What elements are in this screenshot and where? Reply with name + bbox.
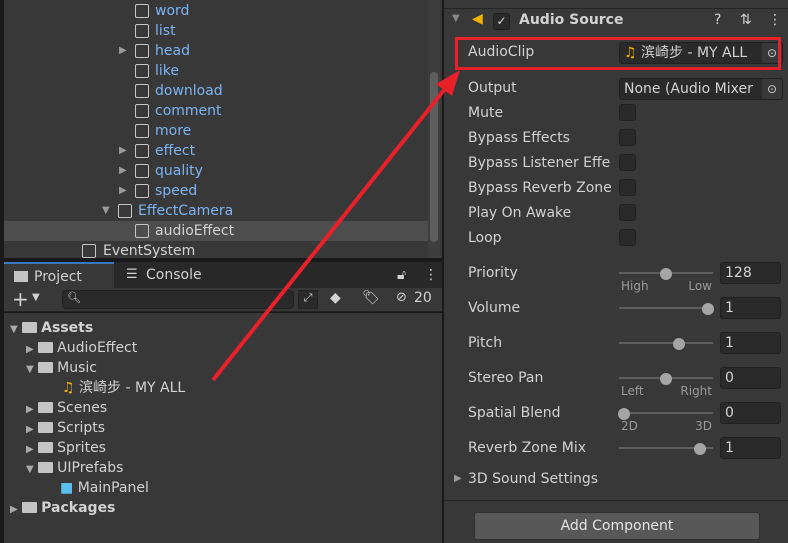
annotation-arrow [211, 70, 460, 382]
